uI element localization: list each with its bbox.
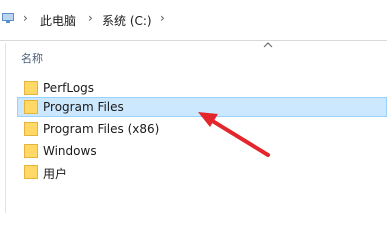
navigation-pane-edge <box>5 43 6 213</box>
breadcrumb-separator[interactable]: › <box>88 11 93 25</box>
column-header-name[interactable]: 名称 <box>21 50 43 66</box>
file-name: PerfLogs <box>43 81 95 95</box>
file-name: Windows <box>43 144 97 158</box>
breadcrumb-drive-c[interactable]: 系统 (C:) <box>102 12 152 29</box>
folder-icon <box>24 122 38 136</box>
this-pc-icon <box>2 13 14 23</box>
file-row-users[interactable]: 用户 <box>17 162 387 182</box>
breadcrumb-separator[interactable]: › <box>160 11 165 25</box>
folder-icon <box>24 165 38 179</box>
breadcrumb-separator[interactable]: › <box>23 11 28 25</box>
folder-icon <box>24 100 38 114</box>
chevron-up-icon[interactable] <box>263 40 273 50</box>
annotation-arrow <box>198 112 270 157</box>
address-bar[interactable]: › 此电脑 › 系统 (C:) › <box>0 0 387 41</box>
breadcrumb-this-pc[interactable]: 此电脑 <box>40 12 76 29</box>
file-name: Program Files (x86) <box>43 122 160 136</box>
file-name: Program Files <box>43 100 124 114</box>
folder-icon <box>24 144 38 158</box>
file-row-perflogs[interactable]: PerfLogs <box>17 78 387 98</box>
file-name: 用户 <box>43 167 68 181</box>
folder-icon <box>24 81 38 95</box>
